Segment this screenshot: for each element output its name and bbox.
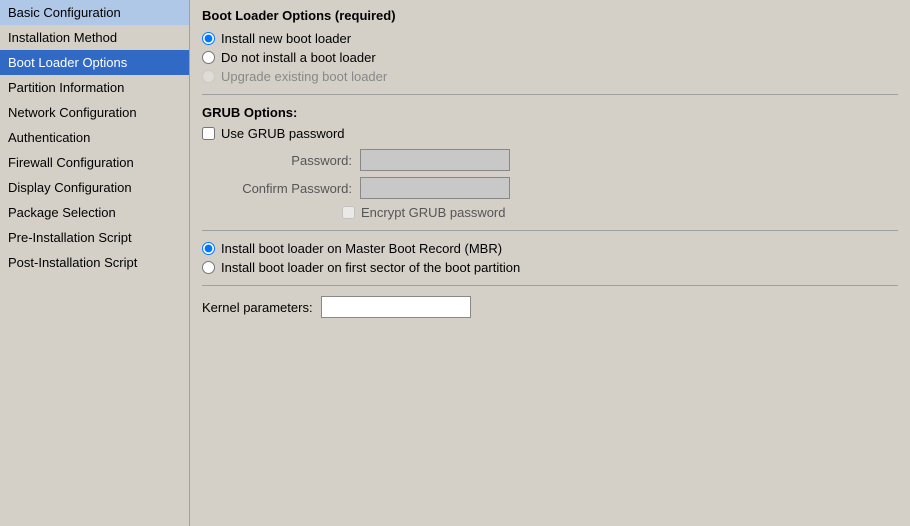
sidebar-item-boot-loader-options[interactable]: Boot Loader Options — [0, 50, 189, 75]
confirm-password-label: Confirm Password: — [222, 181, 352, 196]
boot-loader-radio-group: Install new boot loader Do not install a… — [202, 31, 898, 84]
radio-install-new[interactable]: Install new boot loader — [202, 31, 898, 46]
radio-do-not-install-input[interactable] — [202, 51, 215, 64]
kernel-section: Kernel parameters: — [202, 296, 898, 318]
encrypt-row[interactable]: Encrypt GRUB password — [202, 205, 898, 220]
radio-mbr-input[interactable] — [202, 242, 215, 255]
grub-section: GRUB Options: Use GRUB password Password… — [202, 105, 898, 220]
radio-first-sector-input[interactable] — [202, 261, 215, 274]
divider-3 — [202, 285, 898, 286]
sidebar-item-installation-method[interactable]: Installation Method — [0, 25, 189, 50]
password-label: Password: — [222, 153, 352, 168]
sidebar-item-basic-configuration[interactable]: Basic Configuration — [0, 0, 189, 25]
encrypt-grub-label: Encrypt GRUB password — [361, 205, 506, 220]
sidebar-item-firewall-configuration[interactable]: Firewall Configuration — [0, 150, 189, 175]
sidebar-item-package-selection[interactable]: Package Selection — [0, 200, 189, 225]
radio-do-not-install-label: Do not install a boot loader — [221, 50, 376, 65]
radio-upgrade-existing: Upgrade existing boot loader — [202, 69, 898, 84]
grub-title: GRUB Options: — [202, 105, 898, 120]
sidebar-item-partition-information[interactable]: Partition Information — [0, 75, 189, 100]
radio-mbr-label: Install boot loader on Master Boot Recor… — [221, 241, 502, 256]
password-input[interactable] — [360, 149, 510, 171]
main-content: Boot Loader Options (required) Install n… — [190, 0, 910, 526]
kernel-parameters-label: Kernel parameters: — [202, 300, 313, 315]
sidebar-item-display-configuration[interactable]: Display Configuration — [0, 175, 189, 200]
sidebar: Basic ConfigurationInstallation MethodBo… — [0, 0, 190, 526]
password-row: Password: — [202, 149, 898, 171]
radio-first-sector[interactable]: Install boot loader on first sector of t… — [202, 260, 898, 275]
divider-1 — [202, 94, 898, 95]
kernel-parameters-input[interactable] — [321, 296, 471, 318]
radio-mbr[interactable]: Install boot loader on Master Boot Recor… — [202, 241, 898, 256]
section-title: Boot Loader Options (required) — [202, 8, 898, 23]
radio-upgrade-existing-label: Upgrade existing boot loader — [221, 69, 387, 84]
confirm-password-input[interactable] — [360, 177, 510, 199]
divider-2 — [202, 230, 898, 231]
sidebar-item-network-configuration[interactable]: Network Configuration — [0, 100, 189, 125]
confirm-password-row: Confirm Password: — [202, 177, 898, 199]
use-grub-password-row[interactable]: Use GRUB password — [202, 126, 898, 141]
sidebar-item-post-installation-script[interactable]: Post-Installation Script — [0, 250, 189, 275]
radio-do-not-install[interactable]: Do not install a boot loader — [202, 50, 898, 65]
use-grub-password-checkbox[interactable] — [202, 127, 215, 140]
use-grub-password-label: Use GRUB password — [221, 126, 345, 141]
sidebar-item-pre-installation-script[interactable]: Pre-Installation Script — [0, 225, 189, 250]
radio-install-new-label: Install new boot loader — [221, 31, 351, 46]
radio-first-sector-label: Install boot loader on first sector of t… — [221, 260, 520, 275]
radio-install-new-input[interactable] — [202, 32, 215, 45]
boot-location-section: Install boot loader on Master Boot Recor… — [202, 241, 898, 275]
sidebar-item-authentication[interactable]: Authentication — [0, 125, 189, 150]
radio-upgrade-existing-input — [202, 70, 215, 83]
encrypt-grub-checkbox[interactable] — [342, 206, 355, 219]
